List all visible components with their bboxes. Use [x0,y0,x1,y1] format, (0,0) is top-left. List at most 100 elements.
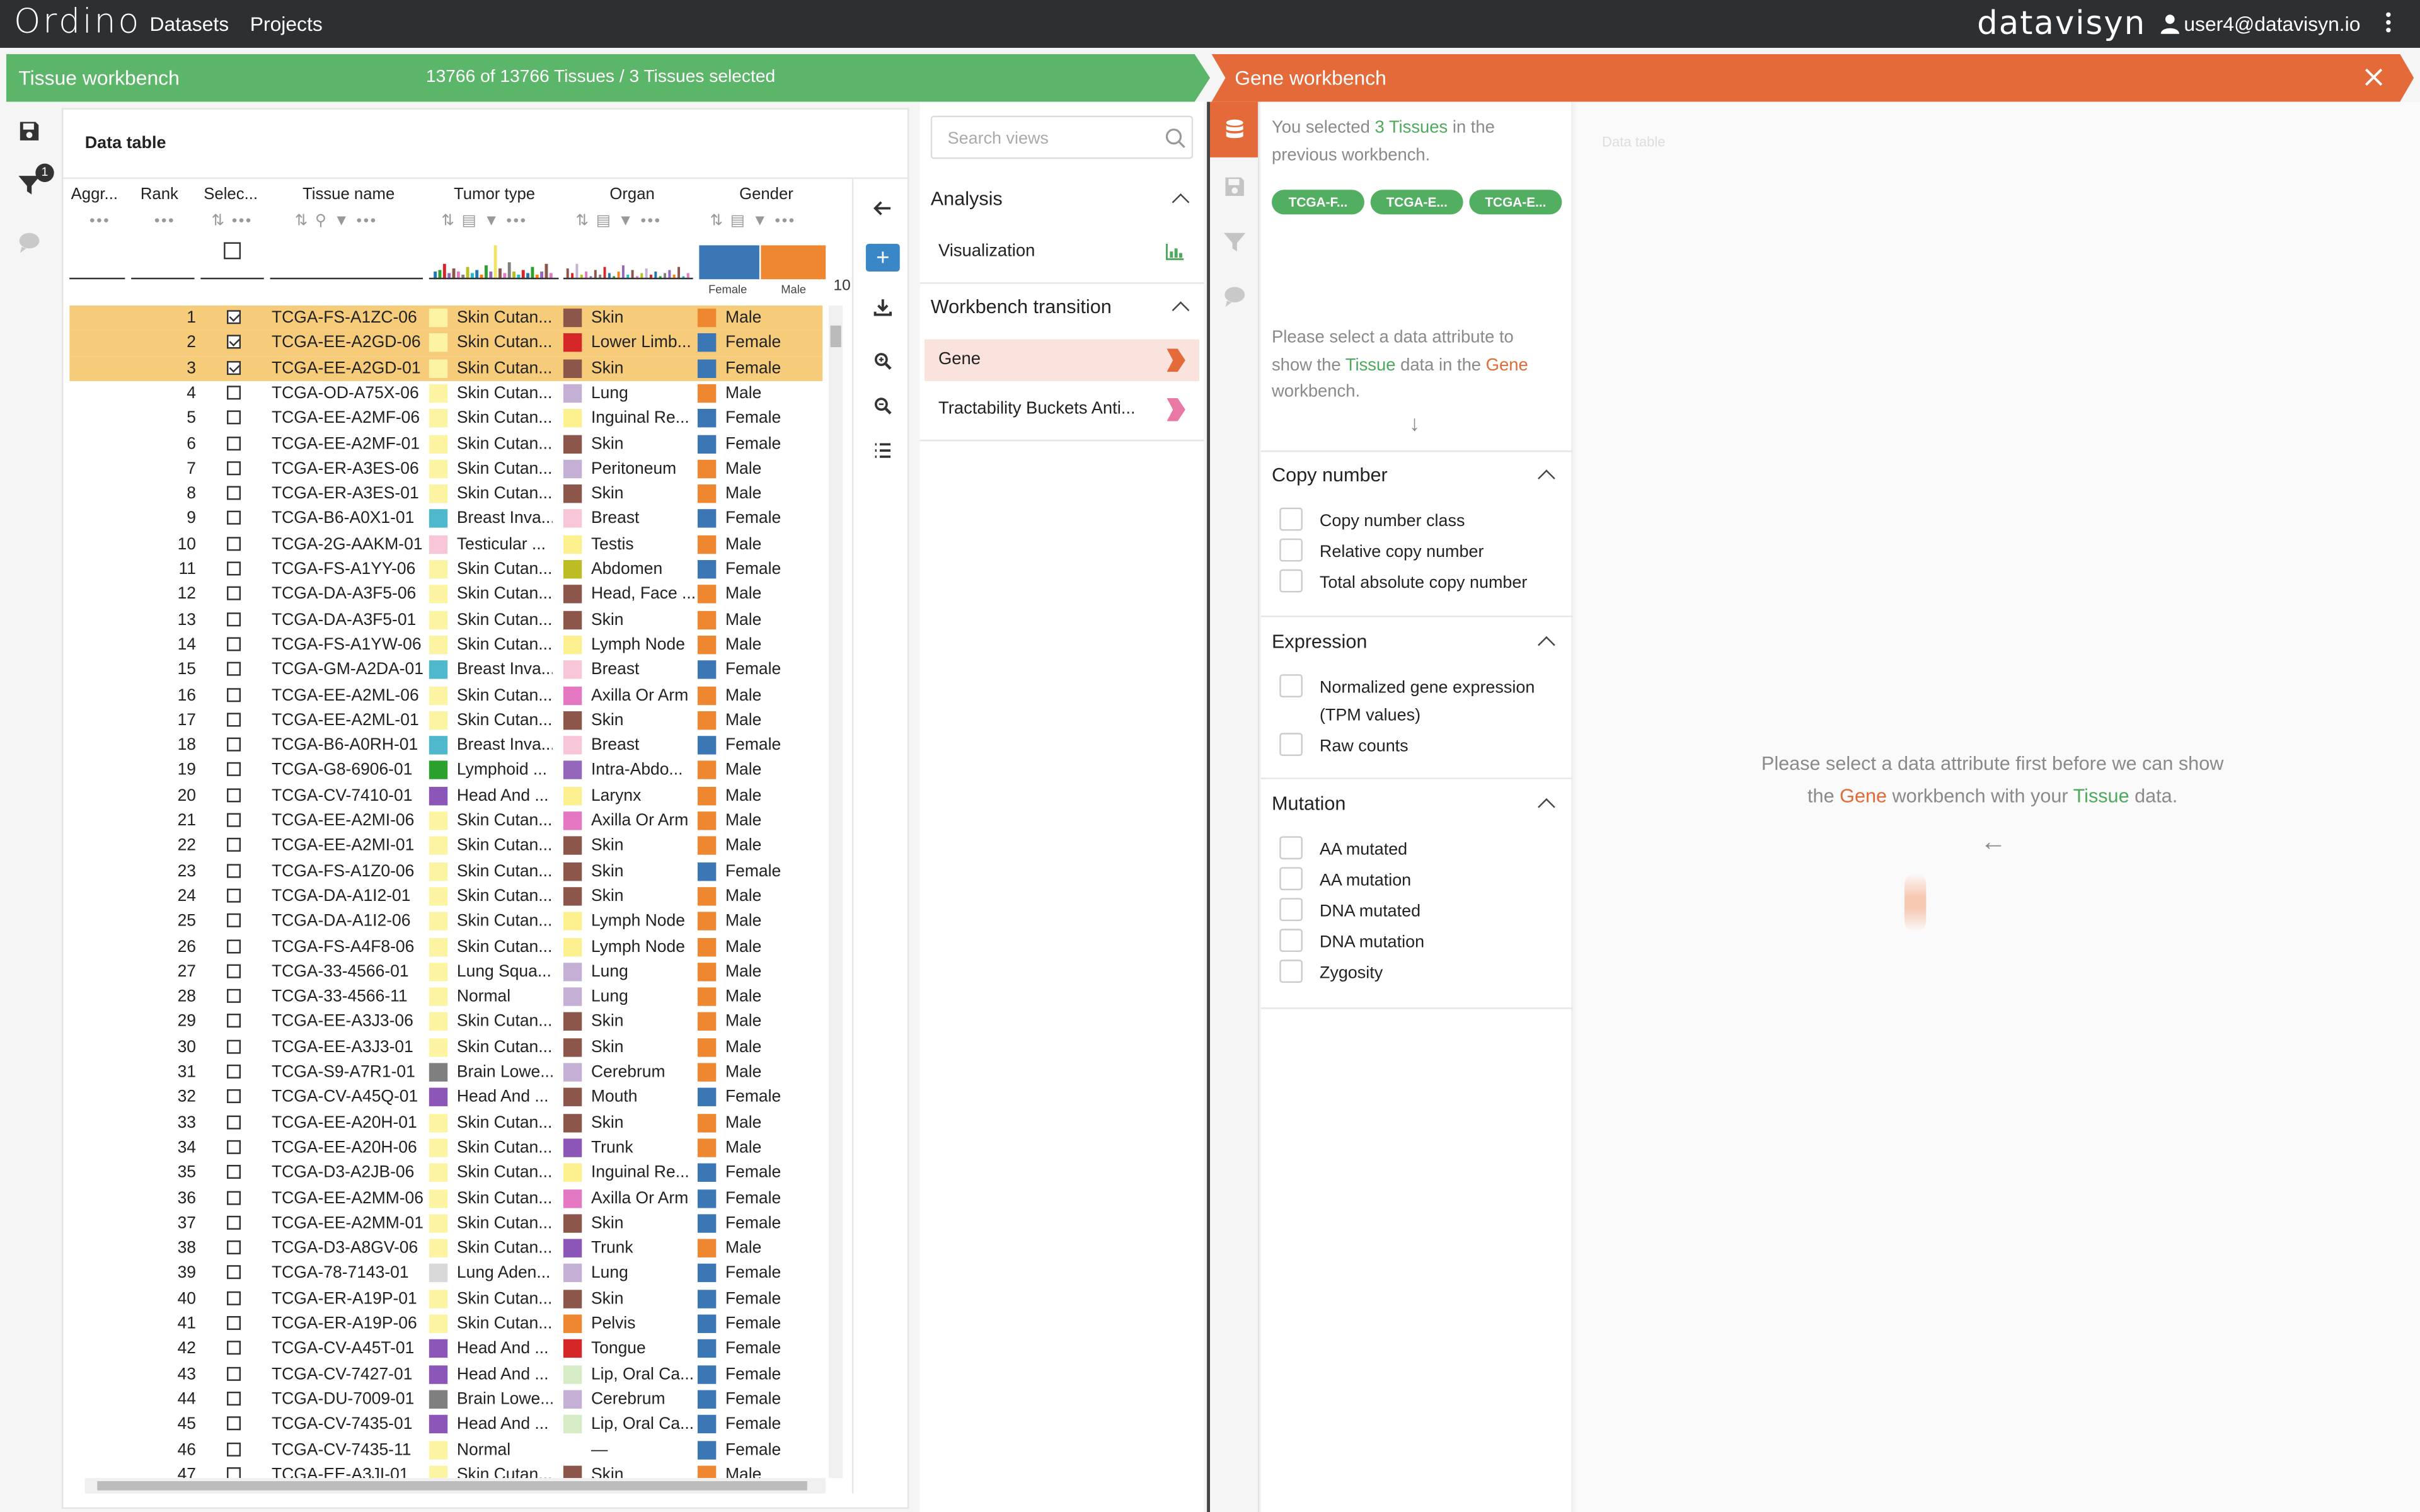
tumor-type-histogram[interactable] [429,245,559,280]
list-view-button[interactable] [866,437,900,464]
nav-datasets[interactable]: Datasets [150,13,229,36]
search-views-input[interactable]: Search views [930,115,1194,159]
nav-projects[interactable]: Projects [250,13,323,36]
save-icon[interactable] [1224,176,1245,197]
row-checkbox[interactable] [227,788,241,802]
table-row[interactable]: 44 TCGA-DU-7009-01 Brain Lowe... Cerebrum Fe… [69,1387,822,1412]
view-item-visualization[interactable]: Visualization [925,231,1199,273]
row-checkbox[interactable] [227,360,241,375]
comment-icon[interactable] [18,231,40,253]
row-checkbox[interactable] [227,888,241,903]
table-row[interactable]: 15 TCGA-GM-A2DA-01 Breast Inva... Breast Fem… [69,658,822,683]
table-row[interactable]: 29 TCGA-EE-A3J3-06 Skin Cutan... Skin Male [69,1010,822,1035]
row-checkbox[interactable] [227,989,241,1004]
table-row[interactable]: 2 TCGA-EE-A2GD-06 Skin Cutan... Lower Limb.… [69,330,823,356]
gender-bar-female[interactable] [699,245,759,280]
checkbox[interactable] [1279,867,1303,891]
col-gender[interactable]: Gender [739,185,793,203]
row-checkbox[interactable] [227,536,241,551]
table-row[interactable]: 17 TCGA-EE-A2ML-01 Skin Cutan... Skin Male [69,708,822,733]
row-checkbox[interactable] [227,838,241,852]
filter-icon[interactable] [1224,231,1246,253]
table-row[interactable]: 35 TCGA-D3-A2JB-06 Skin Cutan... Inguinal R… [69,1160,822,1186]
table-row[interactable]: 39 TCGA-78-7143-01 Lung Aden... Lung Female [69,1261,822,1286]
copy-number-header[interactable]: Copy number [1261,464,1573,492]
table-row[interactable]: 25 TCGA-DA-A1I2-06 Skin Cutan... Lymph Node… [69,909,822,934]
table-row[interactable]: 21 TCGA-EE-A2MI-06 Skin Cutan... Axilla Or … [69,808,822,833]
checkbox[interactable] [1279,538,1303,562]
table-row[interactable]: 18 TCGA-B6-A0RH-01 Breast Inva... Breast Fem… [69,733,822,759]
more-menu-icon[interactable] [2380,11,2395,35]
table-row[interactable]: 46 TCGA-CV-7435-11 Normal — Female [69,1437,822,1462]
scroll-thumb[interactable] [97,1481,807,1491]
sort-icon[interactable]: ⇅ ••• [212,213,253,231]
table-row[interactable]: 30 TCGA-EE-A3J3-01 Skin Cutan... Skin Male [69,1035,822,1060]
table-row[interactable]: 41 TCGA-ER-A19P-06 Skin Cutan... Pelvis Fema… [69,1312,822,1337]
col-selection[interactable]: Selec... [204,185,258,203]
close-icon[interactable] [2363,66,2384,88]
table-row[interactable]: 7 TCGA-ER-A3ES-06 Skin Cutan... Peritoneum M… [69,456,822,481]
row-checkbox[interactable] [227,511,241,525]
checkbox[interactable] [1279,898,1303,922]
row-checkbox[interactable] [227,561,241,576]
row-checkbox[interactable] [227,914,241,928]
table-row[interactable]: 28 TCGA-33-4566-11 Normal Lung Male [69,985,822,1010]
row-checkbox[interactable] [227,637,241,651]
expression-header[interactable]: Expression [1261,631,1573,659]
row-checkbox[interactable] [227,964,241,978]
row-checkbox[interactable] [227,1266,241,1280]
row-checkbox[interactable] [227,1467,241,1479]
comment-icon[interactable] [1224,285,1245,307]
row-checkbox[interactable] [227,1215,241,1230]
table-row[interactable]: 5 TCGA-EE-A2MF-06 Skin Cutan... Inguinal Re… [69,406,822,432]
checkbox[interactable] [1279,929,1303,953]
table-row[interactable]: 43 TCGA-CV-7427-01 Head And ... Lip, Oral C… [69,1361,822,1387]
row-checkbox[interactable] [227,1190,241,1205]
row-checkbox[interactable] [227,1114,241,1129]
row-checkbox[interactable] [227,1240,241,1255]
row-checkbox[interactable] [227,612,241,626]
row-checkbox[interactable] [227,1315,241,1331]
zoom-out-button[interactable] [866,392,900,420]
mutation-header[interactable]: Mutation [1261,793,1573,821]
row-checkbox[interactable] [227,1140,241,1154]
user-menu[interactable]: user4@datavisyn.io [2160,13,2360,35]
table-row[interactable]: 37 TCGA-EE-A2MM-01 Skin Cutan... Skin Female [69,1211,822,1236]
analysis-section-header[interactable]: Analysis [920,188,1204,222]
selected-tissue-chip[interactable]: TCGA-E... [1370,190,1463,215]
transition-section-header[interactable]: Workbench transition [920,296,1204,330]
row-checkbox[interactable] [227,712,241,726]
table-row[interactable]: 20 TCGA-CV-7410-01 Head And ... Larynx Male [69,783,822,808]
app-brand[interactable]: Ordino [14,3,141,42]
row-checkbox[interactable] [227,1416,241,1431]
gender-histogram[interactable] [699,245,826,280]
scroll-thumb[interactable] [830,325,841,348]
row-checkbox[interactable] [227,662,241,677]
table-row[interactable]: 23 TCGA-FS-A1Z0-06 Skin Cutan... Skin Female [69,859,822,884]
table-row[interactable]: 16 TCGA-EE-A2ML-06 Skin Cutan... Axilla Or … [69,683,822,708]
col-aggregate[interactable]: Aggr... [71,185,118,203]
database-button[interactable] [1210,101,1258,158]
row-checkbox[interactable] [227,1441,241,1456]
table-row[interactable]: 22 TCGA-EE-A2MI-01 Skin Cutan... Skin Male [69,833,822,859]
row-checkbox[interactable] [227,486,241,500]
table-row[interactable]: 13 TCGA-DA-A3F5-01 Skin Cutan... Skin Male [69,607,822,633]
save-icon[interactable] [18,120,40,142]
table-row[interactable]: 40 TCGA-ER-A19P-01 Skin Cutan... Skin Female [69,1286,822,1312]
row-checkbox[interactable] [227,1165,241,1179]
table-row[interactable]: 12 TCGA-DA-A3F5-06 Skin Cutan... Head, Face… [69,582,822,607]
row-checkbox[interactable] [227,385,241,400]
row-checkbox[interactable] [227,587,241,601]
checkbox[interactable] [1279,569,1303,593]
table-row[interactable]: 27 TCGA-33-4566-01 Lung Squa... Lung Male [69,959,822,985]
table-row[interactable]: 6 TCGA-EE-A2MF-01 Skin Cutan... Skin Female [69,431,822,456]
tumor-type-tools[interactable]: ⇅ ▤ ▼ ••• [441,213,527,231]
collapse-button[interactable] [866,195,900,222]
table-row[interactable]: 10 TCGA-2G-AAKM-01 Testicular ... Testis Mal… [69,532,822,557]
row-checkbox[interactable] [227,737,241,752]
checkbox[interactable] [1279,836,1303,860]
checkbox[interactable] [1279,959,1303,983]
table-row[interactable]: 9 TCGA-B6-A0X1-01 Breast Inva... Breast Fema… [69,507,822,532]
row-checkbox[interactable] [227,435,241,450]
view-item-gene[interactable]: Gene [924,339,1199,381]
